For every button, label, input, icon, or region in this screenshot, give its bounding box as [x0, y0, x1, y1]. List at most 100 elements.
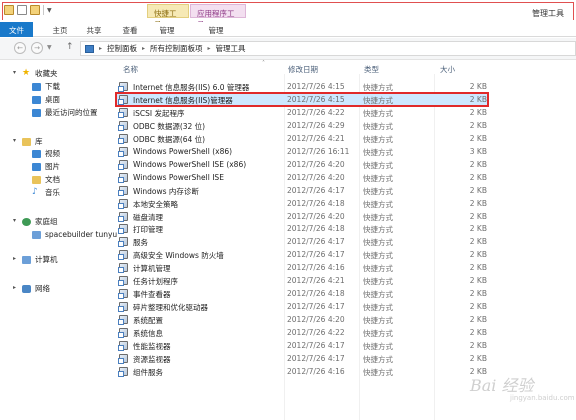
breadcrumb-separator[interactable]: ▸: [140, 45, 147, 52]
nav-item-label: 文档: [45, 175, 60, 184]
file-row[interactable]: ODBC 数据源(32 位) 2012/7/26 4:29 快捷方式 2 KB: [117, 120, 487, 131]
expand-chevron-icon[interactable]: ▸: [13, 284, 16, 291]
file-row[interactable]: Windows 内存诊断 2012/7/26 4:17 快捷方式 2 KB: [117, 185, 487, 196]
file-date: 2012/7/26 4:20: [287, 211, 345, 221]
file-row[interactable]: 本地安全策略 2012/7/26 4:18 快捷方式 2 KB: [117, 198, 487, 209]
nav-homegroup[interactable]: 家庭组: [22, 216, 58, 227]
nav-item-homegroup-user[interactable]: spacebuilder tunyu: [32, 229, 117, 240]
file-date: 2012/7/26 4:15: [287, 94, 345, 104]
file-size: 2 KB: [469, 353, 487, 363]
file-row[interactable]: 组件服务 2012/7/26 4:16 快捷方式 2 KB: [117, 366, 487, 377]
file-name: 资源监视器: [133, 354, 171, 364]
file-row[interactable]: 计算机管理 2012/7/26 4:16 快捷方式 2 KB: [117, 262, 487, 274]
nav-item-downloads[interactable]: 下载: [32, 81, 60, 92]
file-date: 2012/7/26 4:18: [287, 198, 345, 208]
customize-dropdown-icon[interactable]: ▼: [47, 7, 52, 14]
breadcrumb-all-items[interactable]: 所有控制面板项: [150, 43, 203, 54]
file-row[interactable]: Windows PowerShell ISE (x86) 2012/7/26 4:…: [117, 159, 487, 170]
file-row[interactable]: Windows PowerShell (x86) 2012/7/26 16:11 快…: [117, 146, 487, 157]
file-row[interactable]: Internet 信息服务(IIS) 6.0 管理器 2012/7/26 4:15…: [117, 81, 487, 92]
file-name: Internet 信息服务(IIS)管理器: [133, 95, 233, 105]
file-name: 碎片整理和优化驱动器: [133, 303, 208, 313]
file-row[interactable]: Internet 信息服务(IIS)管理器 2012/7/26 4:15 快捷方式 2…: [115, 91, 489, 107]
nav-item-desktop[interactable]: 桌面: [32, 94, 60, 105]
file-row[interactable]: 打印管理 2012/7/26 4:18 快捷方式 2 KB: [117, 223, 487, 235]
nav-item-videos[interactable]: 视频: [32, 148, 60, 159]
column-header-size[interactable]: 大小: [440, 64, 455, 75]
file-size: 2 KB: [469, 341, 487, 350]
file-row[interactable]: 资源监视器 2012/7/26 4:17 快捷方式 2 KB: [117, 353, 487, 364]
shortcut-icon: [118, 198, 128, 209]
breadcrumb-admin-tools[interactable]: 管理工具: [216, 43, 246, 54]
file-name: 事件查看器: [133, 290, 171, 300]
nav-network[interactable]: 网络: [22, 283, 50, 294]
file-date: 2012/7/26 4:29: [287, 120, 345, 130]
file-date: 2012/7/26 4:16: [287, 263, 345, 273]
file-size: 2 KB: [469, 94, 487, 104]
file-date: 2012/7/26 4:18: [287, 289, 345, 299]
file-date: 2012/7/26 4:21: [287, 276, 345, 286]
nav-item-music[interactable]: ♪ 音乐: [32, 187, 60, 198]
forward-arrow-icon[interactable]: →: [31, 42, 43, 54]
file-row[interactable]: iSCSI 发起程序 2012/7/26 4:22 快捷方式 2 KB: [117, 107, 487, 118]
nav-computer[interactable]: 计算机: [22, 254, 58, 265]
nav-favorites[interactable]: ★ 收藏夹: [22, 68, 58, 79]
up-arrow-icon[interactable]: ↑: [66, 42, 74, 52]
tab-view[interactable]: 查看: [116, 22, 144, 37]
nav-item-recent[interactable]: 最近访问的位置: [32, 107, 98, 118]
file-row[interactable]: 事件查看器 2012/7/26 4:18 快捷方式 2 KB: [117, 288, 487, 300]
breadcrumb[interactable]: ▸ 控制面板 ▸ 所有控制面板项 ▸ 管理工具: [80, 41, 576, 56]
tab-file[interactable]: 文件: [0, 22, 33, 37]
tab-share[interactable]: 共享: [80, 22, 108, 37]
file-type: 快捷方式: [363, 277, 393, 287]
column-header-name[interactable]: 名称: [123, 64, 138, 75]
column-header-type[interactable]: 类型: [364, 64, 379, 75]
file-date: 2012/7/26 4:17: [287, 185, 345, 195]
recent-locations-icon[interactable]: ▼: [47, 44, 52, 51]
file-row[interactable]: 磁盘清理 2012/7/26 4:20 快捷方式 2 KB: [117, 211, 487, 222]
expand-chevron-icon[interactable]: ▾: [13, 69, 16, 76]
nav-item-pictures[interactable]: 图片: [32, 161, 60, 172]
file-size: 2 KB: [469, 185, 487, 195]
file-name: 任务计划程序: [133, 277, 178, 287]
shortcut-icon: [118, 250, 128, 261]
shortcut-icon: [118, 94, 128, 105]
file-row[interactable]: 任务计划程序 2012/7/26 4:21 快捷方式 2 KB: [117, 275, 487, 287]
nav-item-label: 下载: [45, 82, 60, 91]
breadcrumb-separator[interactable]: ▸: [206, 45, 213, 52]
nav-item-label: spacebuilder tunyu: [45, 230, 118, 239]
file-row[interactable]: 性能监视器 2012/7/26 4:17 快捷方式 2 KB: [117, 340, 487, 351]
breadcrumb-separator[interactable]: ▸: [97, 45, 104, 52]
nav-item-label: 桌面: [45, 95, 60, 104]
window-title: 管理工具: [532, 9, 564, 18]
file-row[interactable]: 高级安全 Windows 防火墙 2012/7/26 4:17 快捷方式 2 KB: [117, 249, 487, 261]
back-arrow-icon[interactable]: ←: [14, 42, 26, 54]
file-row[interactable]: ODBC 数据源(64 位) 2012/7/26 4:21 快捷方式 2 KB: [117, 133, 487, 144]
file-row[interactable]: 系统信息 2012/7/26 4:22 快捷方式 2 KB: [117, 327, 487, 339]
nav-item-documents[interactable]: 文档: [32, 174, 60, 185]
expand-chevron-icon[interactable]: ▸: [13, 255, 16, 262]
expand-chevron-icon[interactable]: ▾: [13, 217, 16, 224]
file-size: 2 KB: [469, 328, 487, 338]
file-row[interactable]: 系统配置 2012/7/26 4:20 快捷方式 2 KB: [117, 314, 487, 326]
file-type: 快捷方式: [363, 251, 393, 261]
file-row[interactable]: 碎片整理和优化驱动器 2012/7/26 4:17 快捷方式 2 KB: [117, 301, 487, 313]
file-row[interactable]: Windows PowerShell ISE 2012/7/26 4:20 快捷方式…: [117, 172, 487, 183]
file-row[interactable]: 服务 2012/7/26 4:17 快捷方式 2 KB: [117, 236, 487, 248]
breadcrumb-control-panel[interactable]: 控制面板: [107, 43, 137, 54]
shortcut-icon: [118, 328, 128, 339]
tab-manage-app[interactable]: 管理: [202, 22, 230, 37]
tab-manage-shortcut[interactable]: 管理: [153, 22, 181, 37]
expand-chevron-icon[interactable]: ▾: [13, 137, 16, 144]
shortcut-icon: [118, 82, 128, 92]
shortcut-icon: [118, 263, 128, 274]
properties-icon[interactable]: [17, 5, 27, 15]
sort-caret-icon: ˄: [262, 60, 265, 67]
nav-libraries[interactable]: 库: [22, 136, 43, 147]
column-header-date[interactable]: 修改日期: [288, 64, 318, 75]
file-name: Internet 信息服务(IIS) 6.0 管理器: [133, 83, 250, 92]
tab-home[interactable]: 主页: [46, 22, 74, 37]
new-folder-icon[interactable]: [30, 5, 40, 15]
file-date: 2012/7/26 4:17: [287, 250, 345, 260]
folder-icon[interactable]: [4, 5, 14, 15]
